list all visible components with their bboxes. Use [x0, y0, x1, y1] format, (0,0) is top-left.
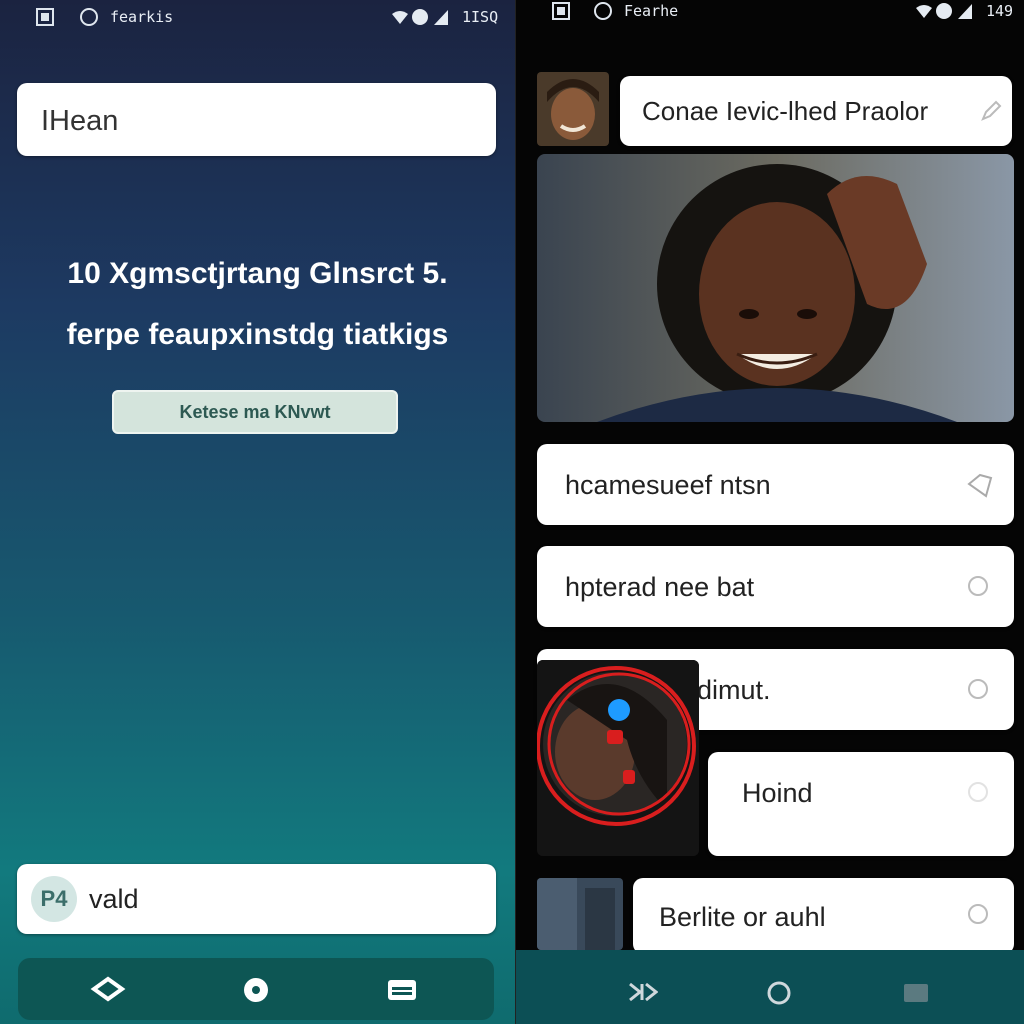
bottom-input[interactable]: P4 vald [17, 864, 496, 934]
option-card-1[interactable]: hcamesueef ntsn [537, 444, 1014, 525]
back-icon[interactable] [90, 976, 126, 1002]
left-screen: fearkis 1ISQ IHean 10 Xgmsctjrtang Glnsr… [0, 0, 515, 1024]
navigation-bar [18, 958, 494, 1020]
option-card-5[interactable]: Berlite or auhl [633, 878, 1014, 954]
headline-line-1: 10 Xgmsctjrtang Glnsrct 5. [67, 257, 448, 290]
right-screen: Fearhe 149 Conae Ievic-lhed Praolor hcam… [516, 0, 1024, 1024]
avatar-image [537, 72, 609, 146]
radio-button[interactable] [968, 782, 988, 802]
navigation-bar [516, 950, 1024, 1024]
hero-photo [537, 154, 1014, 422]
radio-button[interactable] [968, 904, 988, 924]
tag-icon[interactable] [966, 472, 994, 498]
menu-icon[interactable] [386, 978, 418, 1002]
status-bar: fearkis 1ISQ [0, 0, 515, 34]
app-icon [594, 2, 612, 20]
home-icon[interactable] [766, 980, 792, 1006]
option-label: Hoind [742, 778, 813, 808]
top-field[interactable]: Conae Ievic-lhed Praolor [620, 76, 1012, 146]
option-card-2[interactable]: hpterad nee bat [537, 546, 1014, 627]
headline-line-2: ferpe feaupxinstdg tiatkigs [66, 318, 449, 351]
signal-wifi-battery-icon [916, 3, 972, 19]
top-field-value: Conae Ievic-lhed Praolor [642, 96, 929, 126]
option-label: hcamesueef ntsn [565, 470, 771, 500]
square-icon[interactable] [902, 982, 930, 1004]
circled-photo[interactable] [537, 660, 699, 856]
avatar[interactable] [537, 72, 609, 146]
thumbnail[interactable] [537, 878, 623, 950]
status-app-label: Fearhe [624, 2, 679, 20]
status-time: 149 [986, 2, 1014, 20]
cta-button[interactable]: Ketese ma KNvwt [112, 390, 398, 434]
thumbnail-image [537, 878, 623, 950]
home-icon[interactable] [242, 976, 270, 1004]
smiling-woman-image [537, 154, 1014, 422]
app-icon [80, 8, 98, 26]
option-card-4[interactable]: Hoind [708, 752, 1014, 856]
status-bar: Fearhe 149 [516, 0, 1024, 34]
radio-button[interactable] [968, 576, 988, 596]
gallery-icon [552, 2, 570, 20]
input-badge: P4 [31, 876, 77, 922]
option-label: hpterad nee bat [565, 572, 755, 602]
edit-icon[interactable] [980, 100, 1002, 122]
status-time: 1ISQ [462, 8, 499, 26]
status-app-label: fearkis [110, 8, 174, 26]
radio-button[interactable] [968, 679, 988, 699]
recent-icon[interactable] [628, 980, 658, 1004]
option-label: Berlite or auhl [659, 902, 826, 932]
search-field[interactable]: IHean [17, 83, 496, 156]
signal-wifi-battery-icon [392, 9, 448, 25]
person-with-headphones-image [537, 660, 699, 856]
bottom-input-value: vald [89, 884, 139, 914]
search-input-value: IHean [41, 105, 119, 137]
option-label: dimut. [697, 675, 771, 705]
gallery-icon [36, 8, 54, 26]
